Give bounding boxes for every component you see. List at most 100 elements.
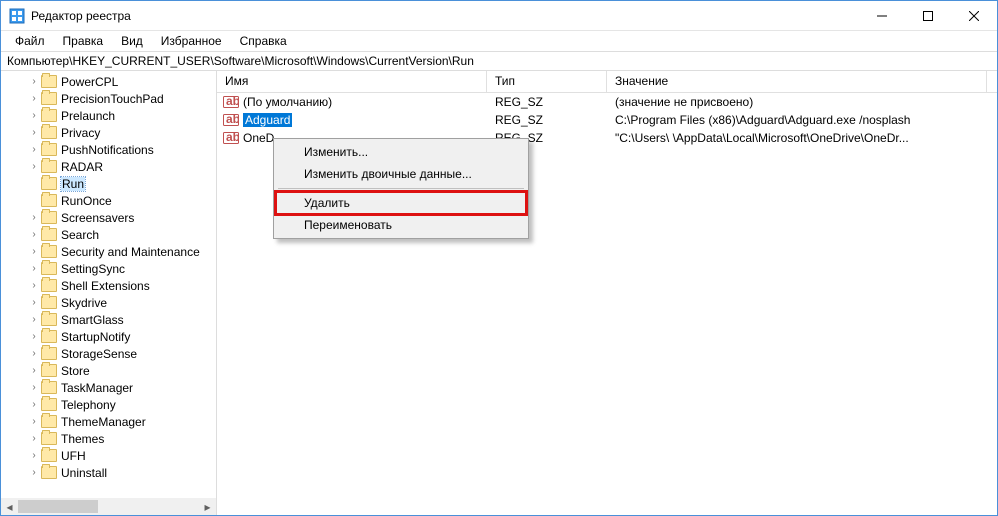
folder-icon: [41, 211, 57, 224]
tree-node-label: SmartGlass: [61, 313, 124, 327]
values-pane: Имя Тип Значение ab(По умолчанию)REG_SZ(…: [217, 71, 997, 515]
value-data: (значение не присвоено): [607, 95, 987, 109]
expand-icon[interactable]: ›: [27, 75, 41, 89]
expand-icon[interactable]: ›: [27, 109, 41, 123]
tree-node-label: Screensavers: [61, 211, 134, 225]
maximize-button[interactable]: [905, 1, 951, 31]
expand-icon[interactable]: ›: [27, 330, 41, 344]
expand-icon[interactable]: ›: [27, 126, 41, 140]
scroll-thumb[interactable]: [18, 500, 98, 513]
tree-node-label: Themes: [61, 432, 104, 446]
tree-node[interactable]: › SmartGlass: [1, 311, 216, 328]
tree-node[interactable]: ›Privacy: [1, 124, 216, 141]
tree-node[interactable]: › Security and Maintenance: [1, 243, 216, 260]
tree-node[interactable]: ›Search: [1, 226, 216, 243]
tree-node[interactable]: ›TaskManager: [1, 379, 216, 396]
close-button[interactable]: [951, 1, 997, 31]
expand-icon[interactable]: ›: [27, 279, 41, 293]
scroll-track[interactable]: [18, 498, 199, 515]
expand-icon[interactable]: ›: [27, 347, 41, 361]
tree-node[interactable]: ›Store: [1, 362, 216, 379]
expand-icon[interactable]: ›: [27, 398, 41, 412]
column-header-name[interactable]: Имя: [217, 71, 487, 92]
tree-node[interactable]: ›StorageSense: [1, 345, 216, 362]
tree-node[interactable]: ›StartupNotify: [1, 328, 216, 345]
context-menu-modify[interactable]: Изменить...: [276, 141, 526, 163]
tree-node-label: RADAR: [61, 160, 103, 174]
expand-icon[interactable]: ›: [27, 313, 41, 327]
expand-icon[interactable]: ›: [27, 160, 41, 174]
context-menu-modify-binary[interactable]: Изменить двоичные данные...: [276, 163, 526, 185]
tree-node[interactable]: › Screensavers: [1, 209, 216, 226]
expand-icon[interactable]: ›: [27, 466, 41, 480]
minimize-button[interactable]: [859, 1, 905, 31]
expand-icon[interactable]: ›: [27, 296, 41, 310]
tree-node[interactable]: › UFH: [1, 447, 216, 464]
tree-horizontal-scrollbar[interactable]: ◂ ▸: [1, 498, 216, 515]
expand-icon[interactable]: ›: [27, 415, 41, 429]
tree-node-label: UFH: [61, 449, 86, 463]
expand-icon[interactable]: ›: [27, 92, 41, 106]
context-menu-rename[interactable]: Переименовать: [276, 214, 526, 236]
tree-node[interactable]: ›Prelaunch: [1, 107, 216, 124]
menu-view[interactable]: Вид: [113, 33, 151, 49]
tree-node[interactable]: › Themes: [1, 430, 216, 447]
column-header-type[interactable]: Тип: [487, 71, 607, 92]
folder-icon: [41, 194, 57, 207]
tree-node[interactable]: ›PrecisionTouchPad: [1, 90, 216, 107]
tree-node[interactable]: ›ThemeManager: [1, 413, 216, 430]
string-value-icon: ab: [223, 94, 239, 110]
string-value-icon: ab: [223, 130, 239, 146]
title-bar[interactable]: Редактор реестра: [1, 1, 997, 31]
value-row[interactable]: ab(По умолчанию)REG_SZ(значение не присв…: [217, 93, 997, 111]
expand-icon[interactable]: ›: [27, 262, 41, 276]
expand-icon[interactable]: ›: [27, 143, 41, 157]
values-list[interactable]: ab(По умолчанию)REG_SZ(значение не присв…: [217, 93, 997, 515]
tree-node[interactable]: › Uninstall: [1, 464, 216, 481]
address-bar[interactable]: Компьютер\HKEY_CURRENT_USER\Software\Mic…: [1, 51, 997, 71]
tree-node[interactable]: › Skydrive: [1, 294, 216, 311]
tree-node-label: Security and Maintenance: [61, 245, 200, 259]
folder-icon: [41, 313, 57, 326]
folder-icon: [41, 449, 57, 462]
no-expand-icon: [27, 177, 41, 191]
expand-icon[interactable]: ›: [27, 228, 41, 242]
tree-node-label: PowerCPL: [61, 75, 118, 89]
tree-node[interactable]: ›PushNotifications: [1, 141, 216, 158]
context-menu-delete[interactable]: Удалить: [276, 192, 526, 214]
menu-file[interactable]: Файл: [7, 33, 53, 49]
scroll-right-button[interactable]: ▸: [199, 498, 216, 515]
context-menu-separator: [278, 188, 524, 189]
value-name: Adguard: [243, 113, 292, 127]
value-row[interactable]: abAdguardREG_SZC:\Program Files (x86)\Ad…: [217, 111, 997, 129]
folder-icon: [41, 143, 57, 156]
tree-node[interactable]: › RADAR: [1, 158, 216, 175]
column-header-value[interactable]: Значение: [607, 71, 987, 92]
svg-text:ab: ab: [226, 130, 239, 144]
menu-bar: Файл Правка Вид Избранное Справка: [1, 31, 997, 51]
window-title: Редактор реестра: [31, 9, 131, 23]
expand-icon[interactable]: ›: [27, 381, 41, 395]
tree-node-label: Skydrive: [61, 296, 107, 310]
folder-icon: [41, 160, 57, 173]
expand-icon[interactable]: ›: [27, 211, 41, 225]
tree-node[interactable]: Run: [1, 175, 216, 192]
menu-help[interactable]: Справка: [232, 33, 295, 49]
expand-icon[interactable]: ›: [27, 432, 41, 446]
registry-tree[interactable]: › PowerCPL›PrecisionTouchPad›Prelaunch›Pr…: [1, 71, 216, 498]
scroll-left-button[interactable]: ◂: [1, 498, 18, 515]
folder-icon: [41, 279, 57, 292]
expand-icon[interactable]: ›: [27, 245, 41, 259]
folder-icon: [41, 75, 57, 88]
tree-node[interactable]: RunOnce: [1, 192, 216, 209]
expand-icon[interactable]: ›: [27, 364, 41, 378]
tree-node[interactable]: ›Shell Extensions: [1, 277, 216, 294]
expand-icon[interactable]: ›: [27, 449, 41, 463]
tree-node[interactable]: ›SettingSync: [1, 260, 216, 277]
tree-node[interactable]: ›Telephony: [1, 396, 216, 413]
menu-edit[interactable]: Правка: [55, 33, 112, 49]
tree-node-label: Uninstall: [61, 466, 107, 480]
registry-editor-window: Редактор реестра Файл Правка Вид Избранн…: [0, 0, 998, 516]
menu-favorites[interactable]: Избранное: [153, 33, 230, 49]
tree-node[interactable]: › PowerCPL: [1, 73, 216, 90]
